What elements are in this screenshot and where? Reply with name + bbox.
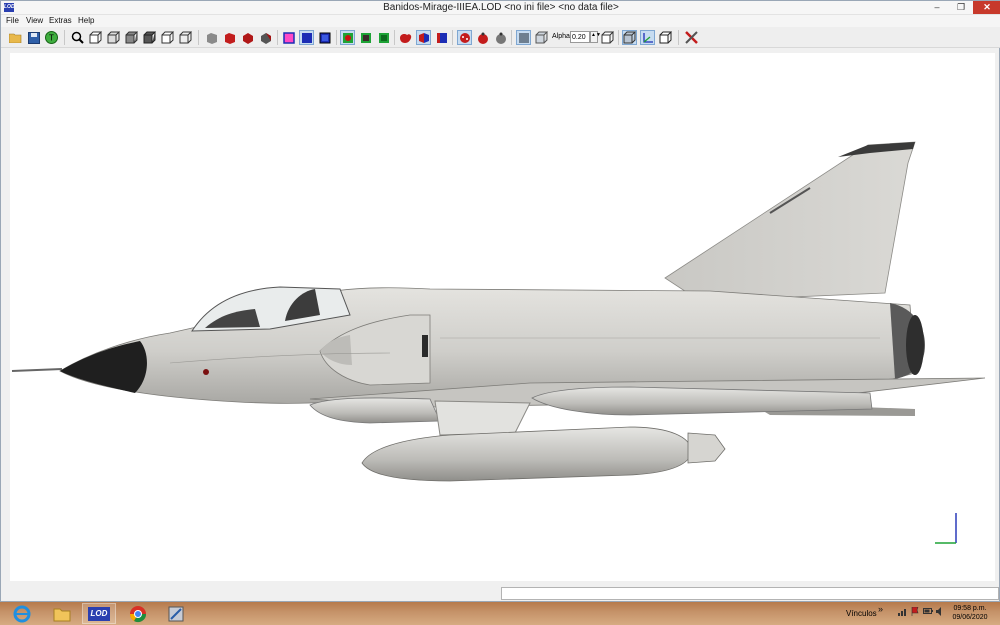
zoom-fit-icon[interactable] <box>70 30 85 45</box>
toolbar-separator <box>394 30 395 45</box>
box-outline-icon[interactable] <box>658 30 673 45</box>
restore-button[interactable]: ❐ <box>949 1 973 14</box>
lod-viewer-taskbar-icon[interactable]: LOD <box>82 603 116 624</box>
multicolor-cube-icon[interactable] <box>416 30 431 45</box>
transparent-cube-icon[interactable] <box>534 30 549 45</box>
solid-box-icon[interactable] <box>299 30 314 45</box>
toolbar-separator <box>198 30 199 45</box>
aircraft-model <box>11 141 986 544</box>
green-box-red-icon[interactable] <box>340 30 355 45</box>
tool-app-icon[interactable] <box>159 603 193 624</box>
view-front-icon[interactable] <box>88 30 103 45</box>
outline-cube-icon[interactable] <box>600 30 615 45</box>
toolbar-separator <box>277 30 278 45</box>
view-right-icon[interactable] <box>142 30 157 45</box>
app-window: LOD Banidos-Mirage-IIIEA.LOD <no ini fil… <box>0 0 1000 602</box>
menu-file[interactable]: File <box>6 16 19 25</box>
alpha-label: Alpha: <box>552 33 572 40</box>
render-red-icon[interactable] <box>222 30 237 45</box>
network-icon[interactable] <box>898 607 908 618</box>
render-dark-red-icon[interactable] <box>258 30 273 45</box>
layered-cube-icon[interactable] <box>434 30 449 45</box>
toolbar: T Alpha: 0.20 ▲▼ <box>1 27 1000 48</box>
taskbar: LOD Vínculos » 09:58 p.m. 09/06/2020 <box>0 602 1000 625</box>
tray-links-label[interactable]: Vínculos <box>846 609 877 618</box>
toolbar-separator <box>618 30 619 45</box>
menu-help[interactable]: Help <box>78 16 94 25</box>
red-blob-icon[interactable] <box>398 30 413 45</box>
alert-flag-icon[interactable] <box>911 606 919 618</box>
toolbar-separator <box>511 30 512 45</box>
light-cube-icon[interactable] <box>622 30 637 45</box>
svg-text:T: T <box>49 34 54 43</box>
menu-bar: File View Extras Help <box>1 15 1000 27</box>
render-flat-gray-icon[interactable] <box>204 30 219 45</box>
render-red-smooth-icon[interactable] <box>240 30 255 45</box>
menu-view[interactable]: View <box>26 16 43 25</box>
toolbar-separator <box>452 30 453 45</box>
view-top-icon[interactable] <box>160 30 175 45</box>
title-bar[interactable]: LOD Banidos-Mirage-IIIEA.LOD <no ini fil… <box>1 1 1000 15</box>
toolbar-separator <box>336 30 337 45</box>
bounding-box-icon[interactable] <box>281 30 296 45</box>
toolbar-separator <box>64 30 65 45</box>
3d-viewport[interactable] <box>10 53 995 581</box>
texture-icon[interactable]: T <box>44 30 59 45</box>
gray-sphere-icon[interactable] <box>493 30 508 45</box>
status-bar <box>501 587 999 600</box>
clock-date[interactable]: 09/06/2020 <box>950 614 990 621</box>
wire-box-icon[interactable] <box>317 30 332 45</box>
minimize-button[interactable]: – <box>925 1 949 14</box>
clock-time[interactable]: 09:58 p.m. <box>950 605 990 612</box>
view-back-icon[interactable] <box>106 30 121 45</box>
red-sphere-icon[interactable] <box>475 30 490 45</box>
open-folder-icon[interactable] <box>8 30 23 45</box>
tools-icon[interactable] <box>684 30 699 45</box>
window-title: Banidos-Mirage-IIIEA.LOD <no ini file> <… <box>383 2 619 13</box>
file-explorer-icon[interactable] <box>45 603 79 624</box>
start-ie-icon[interactable] <box>5 603 39 624</box>
view-left-icon[interactable] <box>124 30 139 45</box>
axes-icon[interactable] <box>640 30 655 45</box>
green-box-dark-icon[interactable] <box>358 30 373 45</box>
save-icon[interactable] <box>26 30 41 45</box>
chrome-icon[interactable] <box>121 603 155 624</box>
volume-icon[interactable] <box>936 607 945 618</box>
toolbar-separator <box>678 30 679 45</box>
green-box-icon[interactable] <box>376 30 391 45</box>
close-button[interactable]: ✕ <box>973 1 1000 14</box>
alpha-input[interactable] <box>570 31 590 43</box>
tray-expand-icon[interactable]: » <box>878 604 883 614</box>
battery-icon[interactable] <box>923 607 933 617</box>
menu-extras[interactable]: Extras <box>49 16 72 25</box>
view-bottom-icon[interactable] <box>178 30 193 45</box>
red-sphere-dots-icon[interactable] <box>457 30 472 45</box>
alpha-stepper[interactable]: ▲▼ <box>590 31 601 43</box>
shaded-cube-icon[interactable] <box>516 30 531 45</box>
